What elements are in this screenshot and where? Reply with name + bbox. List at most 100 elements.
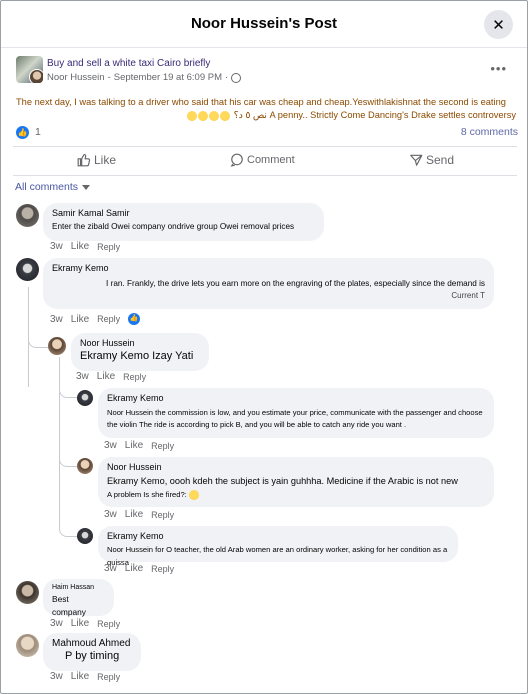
- avatar[interactable]: [16, 634, 39, 657]
- comment-time[interactable]: 3w: [50, 618, 63, 629]
- dialog-title: Noor Hussein's Post: [190, 15, 338, 32]
- comment-time[interactable]: 3w: [104, 563, 117, 574]
- comment-author[interactable]: Haim Hassan: [52, 584, 105, 591]
- comment-text: Best company: [52, 594, 86, 617]
- like-icon: [77, 154, 91, 167]
- thread-connector: [59, 451, 77, 467]
- post-text-line1: The next day, I was talking to a driver …: [16, 97, 506, 107]
- comment-like-button[interactable]: Like: [71, 671, 89, 682]
- avatar[interactable]: [48, 337, 66, 355]
- comment-bubble: Noor Hussein Ekramy Kemo, oooh kdeh the …: [98, 457, 494, 507]
- comment-bubble: Noor Hussein Ekramy Kemo Izay Yati: [71, 333, 209, 371]
- comment-bubble: Haim Hassan Best company: [43, 579, 114, 617]
- comment-like-button[interactable]: Like: [125, 563, 143, 574]
- chevron-down-icon: [82, 184, 91, 190]
- comment-footer: 3w Like Reply: [104, 440, 174, 451]
- avatar[interactable]: [16, 258, 39, 281]
- comment-bubble: Mahmoud Ahmed P by timing: [43, 633, 141, 671]
- post-meta: Noor Hussein - September 19 at 6:09 PM ·: [47, 72, 242, 83]
- comment-reply-button[interactable]: Reply: [123, 372, 146, 382]
- comment-author[interactable]: Samir Kamal Samir: [52, 208, 315, 218]
- comment-footer: 3w Like Reply: [50, 241, 120, 252]
- comment-footer: 3w Like Reply: [104, 509, 174, 520]
- comment-like-button[interactable]: Like: [71, 618, 89, 629]
- comments-count[interactable]: 8 comments: [461, 126, 518, 138]
- comment-text-line2: A problem Is she fired?:: [107, 488, 485, 501]
- like-button-label: Like: [94, 153, 117, 167]
- thread-connector: [28, 321, 49, 348]
- post-author[interactable]: Noor Hussein: [47, 72, 105, 83]
- post-date[interactable]: September 19 at 6:09 PM: [114, 72, 222, 83]
- comment-like-button[interactable]: Like: [71, 314, 89, 325]
- thread-connector: [59, 381, 77, 398]
- comment-text: Noor Hussein the commission is low, and …: [107, 408, 483, 417]
- comment-time[interactable]: 3w: [50, 314, 63, 325]
- comments-filter-label: All comments: [15, 181, 79, 193]
- like-count[interactable]: 1: [35, 126, 41, 138]
- comment-bubble: Ekramy Kemo I ran. Frankly, the drive le…: [43, 258, 494, 309]
- comment-author[interactable]: Ekramy Kemo: [52, 263, 485, 273]
- avatar[interactable]: [77, 528, 93, 544]
- comment-button-label: Comment: [247, 154, 295, 166]
- globe-icon: [231, 72, 242, 83]
- comment-like-button[interactable]: Like: [97, 371, 115, 382]
- dialog-header: Noor Hussein's Post ✕: [1, 1, 527, 48]
- comment-bubble: Samir Kamal Samir Enter the zibald Owei …: [43, 203, 324, 241]
- group-avatar[interactable]: [16, 56, 43, 83]
- thumbs-up-icon[interactable]: 👍: [16, 126, 29, 139]
- comment-reply-button[interactable]: Reply: [97, 619, 120, 629]
- comment-time[interactable]: 3w: [50, 241, 63, 252]
- comment-author[interactable]: Mahmoud Ahmed: [52, 638, 132, 649]
- emoji-icon: [198, 110, 209, 121]
- comment-reply-button[interactable]: Reply: [151, 510, 174, 520]
- comment-footer: 3w Like Reply: [104, 563, 174, 574]
- comments-filter[interactable]: All comments: [15, 181, 91, 193]
- avatar[interactable]: [16, 204, 39, 227]
- comment-icon: [230, 153, 243, 167]
- group-name[interactable]: Buy and sell a white taxi Cairo briefly: [47, 58, 210, 69]
- comment-time[interactable]: 3w: [50, 671, 63, 682]
- comment-text: Ekramy Kemo Izay Yati: [80, 350, 194, 362]
- comment-text: P by timing: [65, 650, 120, 662]
- send-button-label: Send: [426, 153, 455, 167]
- comment-reply-button[interactable]: Reply: [151, 441, 174, 451]
- comment-reply-button[interactable]: Reply: [97, 672, 120, 682]
- like-button[interactable]: Like: [77, 153, 116, 167]
- comment-footer: 3w Like Reply: [76, 371, 146, 382]
- comment-bubble: Ekramy Kemo Noor Hussein for O teacher, …: [98, 526, 458, 567]
- comment-reply-button[interactable]: Reply: [151, 564, 174, 574]
- comment-text-line2: Current T: [451, 291, 485, 300]
- comment-author[interactable]: Ekramy Kemo: [107, 531, 449, 541]
- comment-author[interactable]: Noor Hussein: [80, 338, 200, 348]
- post-text: The next day, I was talking to a driver …: [16, 96, 518, 122]
- comment-reply-button[interactable]: Reply: [97, 314, 120, 324]
- comment-author[interactable]: Ekramy Kemo: [107, 393, 485, 403]
- emoji-icon: [220, 110, 231, 121]
- comment-time[interactable]: 3w: [104, 509, 117, 520]
- comment-like-button[interactable]: Like: [125, 509, 143, 520]
- comment-like-button[interactable]: Like: [125, 440, 143, 451]
- avatar[interactable]: [16, 581, 39, 604]
- comment-time[interactable]: 3w: [104, 440, 117, 451]
- avatar[interactable]: [77, 458, 93, 474]
- comment-like-button[interactable]: Like: [71, 241, 89, 252]
- comment-reply-button[interactable]: Reply: [97, 242, 120, 252]
- emoji-icon: [188, 490, 199, 500]
- action-bar: Like Comment Send: [13, 146, 517, 176]
- comment-author[interactable]: Noor Hussein: [107, 462, 485, 472]
- more-options-icon[interactable]: •••: [490, 61, 507, 76]
- meta-separator: -: [107, 72, 111, 83]
- comment-footer: 3w Like Reply 👍: [50, 313, 141, 325]
- comment-time[interactable]: 3w: [76, 371, 89, 382]
- comment-text-line2-label: A problem Is she fired?:: [107, 490, 187, 499]
- close-icon[interactable]: ✕: [484, 10, 513, 39]
- send-button[interactable]: Send: [409, 153, 454, 167]
- author-avatar[interactable]: [29, 69, 43, 83]
- emoji-icon: [209, 110, 220, 121]
- meta-dot: ·: [225, 72, 229, 83]
- like-reaction-icon[interactable]: 👍: [128, 313, 141, 325]
- avatar[interactable]: [77, 390, 93, 406]
- comment-footer: 3w Like Reply: [50, 618, 120, 629]
- emoji-icon: [187, 110, 198, 121]
- comment-button[interactable]: Comment: [230, 153, 295, 167]
